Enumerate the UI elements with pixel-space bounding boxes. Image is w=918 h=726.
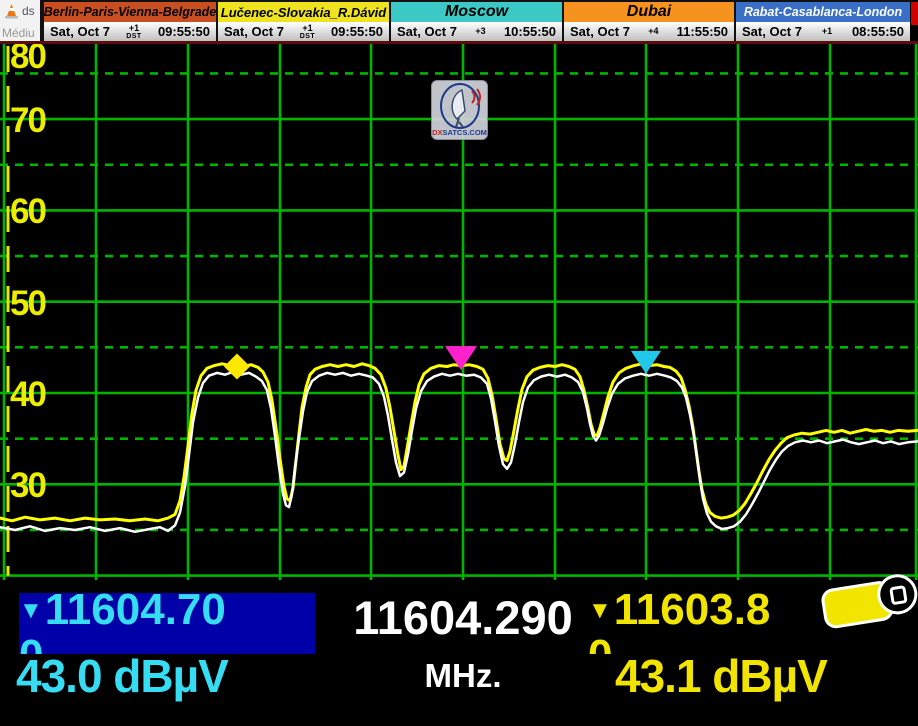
- spectrum-analyzer-screen: ds Médiu Berlin-Paris-Vienna-Belgrade Sa…: [0, 0, 918, 726]
- clock-cell-dubai[interactable]: Dubai Sat, Oct 7 +4 11:55:50: [562, 0, 734, 41]
- vlc-cone-icon: [3, 3, 20, 20]
- background-app-window[interactable]: ds Médiu: [0, 0, 42, 41]
- world-clock-bar: ds Médiu Berlin-Paris-Vienna-Belgrade Sa…: [0, 0, 918, 44]
- clock-date: Sat, Oct 7: [397, 24, 457, 39]
- clock-timezone: +1 DST: [300, 24, 316, 40]
- clock-cell-berlin[interactable]: Berlin-Paris-Vienna-Belgrade Sat, Oct 7 …: [42, 0, 216, 41]
- background-app-title: ds: [22, 4, 35, 18]
- clock-city-label: Berlin-Paris-Vienna-Belgrade: [44, 0, 216, 22]
- clock-city-label: Rabat-Casablanca-London: [736, 0, 910, 22]
- clock-city-label: Lučenec-Slovakia_R.Dávid: [218, 0, 389, 22]
- clock-city-label: Moscow: [391, 0, 562, 22]
- marker-down-icon: ▼: [19, 597, 43, 624]
- clock-cell-edge: [911, 2, 918, 25]
- center-frequency-value: 11604.290: [318, 593, 608, 643]
- svg-text:70: 70: [10, 101, 46, 140]
- clock-time: 11:55:50: [677, 24, 728, 39]
- marker-level-left: 43.0 dBµV: [16, 649, 228, 703]
- svg-text:30: 30: [10, 466, 46, 505]
- clock-time: 10:55:50: [504, 24, 556, 39]
- clock-time: 08:55:50: [852, 24, 904, 39]
- clock-timezone: +1 DST: [126, 24, 142, 40]
- clock-date: Sat, Oct 7: [50, 24, 110, 39]
- clock-timezone: +3: [475, 27, 485, 36]
- center-frequency-block: 11604.290 MHz.: [318, 593, 608, 695]
- clock-date: Sat, Oct 7: [742, 24, 802, 39]
- clock-time: 09:55:50: [331, 24, 383, 39]
- svg-text:40: 40: [10, 375, 46, 414]
- svg-text:50: 50: [10, 284, 46, 323]
- clock-date: Sat, Oct 7: [570, 24, 630, 39]
- clock-city-label: Dubai: [564, 0, 734, 22]
- satellite-dish-icon: [432, 81, 488, 131]
- dxsatcs-logo: DXSATCS.COM: [431, 80, 488, 140]
- center-frequency-unit: MHz.: [318, 657, 608, 695]
- clock-time: 09:55:50: [158, 24, 210, 39]
- marker-frequency-right: 11603.8: [614, 593, 771, 634]
- clock-timezone: +1: [822, 27, 832, 36]
- clock-cell-rabat[interactable]: Rabat-Casablanca-London Sat, Oct 7 +1 08…: [734, 0, 910, 41]
- marker-level-right: 43.1 dBµV: [615, 649, 827, 703]
- svg-text:60: 60: [10, 192, 46, 231]
- background-app-menu[interactable]: Médiu: [2, 26, 35, 40]
- readout-panel: ▼11604.70 0 43.0 dBµV 11604.290 MHz. ▼11…: [0, 585, 918, 726]
- clock-timezone: +4: [648, 27, 658, 36]
- marker-frequency-left: 11604.70: [45, 593, 226, 634]
- clock-date: Sat, Oct 7: [224, 24, 284, 39]
- clock-cell-lucenec[interactable]: Lučenec-Slovakia_R.Dávid Sat, Oct 7 +1 D…: [216, 0, 389, 41]
- marker-down-icon: ▼: [588, 597, 612, 624]
- svg-text:80: 80: [10, 44, 46, 76]
- marker-frequency-box-left: ▼11604.70 0: [19, 593, 315, 654]
- clock-cell-moscow[interactable]: Moscow Sat, Oct 7 +3 10:55:50: [389, 0, 562, 41]
- logo-text: DXSATCS.COM: [432, 128, 487, 137]
